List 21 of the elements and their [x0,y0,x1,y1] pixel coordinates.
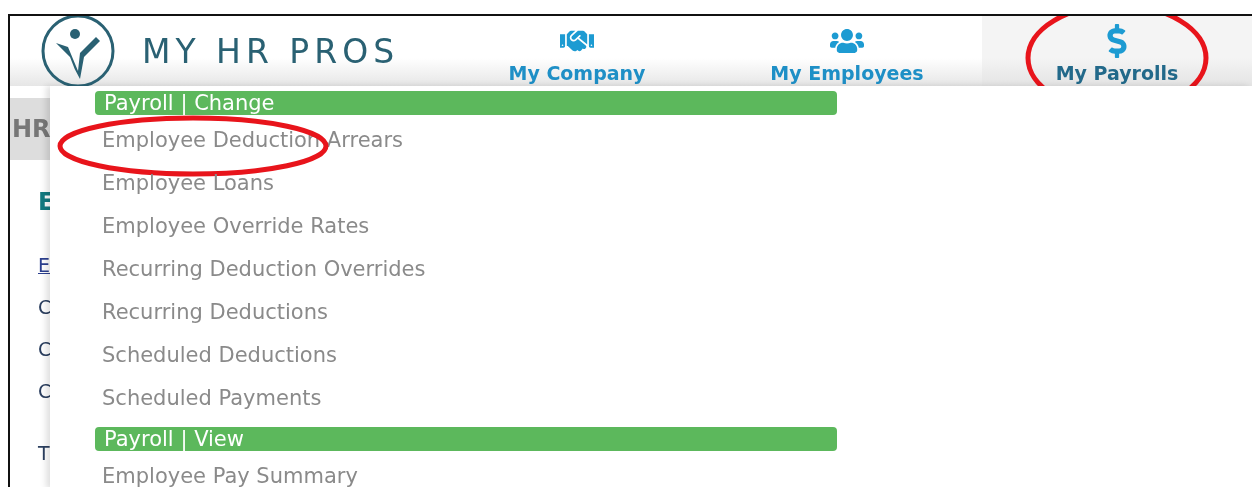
logo-icon [40,16,116,89]
page-title: HR [12,115,51,143]
nav-tab[interactable]: My Company [442,16,712,86]
menu-section-header: Payroll | Change [95,91,837,115]
menu-item[interactable]: Recurring Deductions [95,297,328,340]
menu-item[interactable]: Employee Override Rates [95,211,370,254]
menu-item[interactable]: Scheduled Payments [95,383,322,426]
menu-item[interactable]: Scheduled Deductions [95,340,337,383]
brand-name: MY HR PROS [142,31,400,71]
menu-item[interactable]: Employee Loans [95,168,274,211]
menu-section-header: Payroll | View [95,427,837,451]
menu-item[interactable]: Employee Pay Summary [95,461,358,487]
page-text: C [38,338,52,360]
page-text: C [38,380,52,402]
nav-tab[interactable]: My Payrolls [982,16,1252,86]
page-text: C [38,296,52,318]
menu-item[interactable]: Recurring Deduction Overrides [95,254,426,297]
page-text: T [38,442,50,464]
menu-item[interactable]: Employee Deduction Arrears [95,125,404,168]
nav-tab[interactable]: My Employees [712,16,982,86]
page-link[interactable]: E [38,254,50,276]
